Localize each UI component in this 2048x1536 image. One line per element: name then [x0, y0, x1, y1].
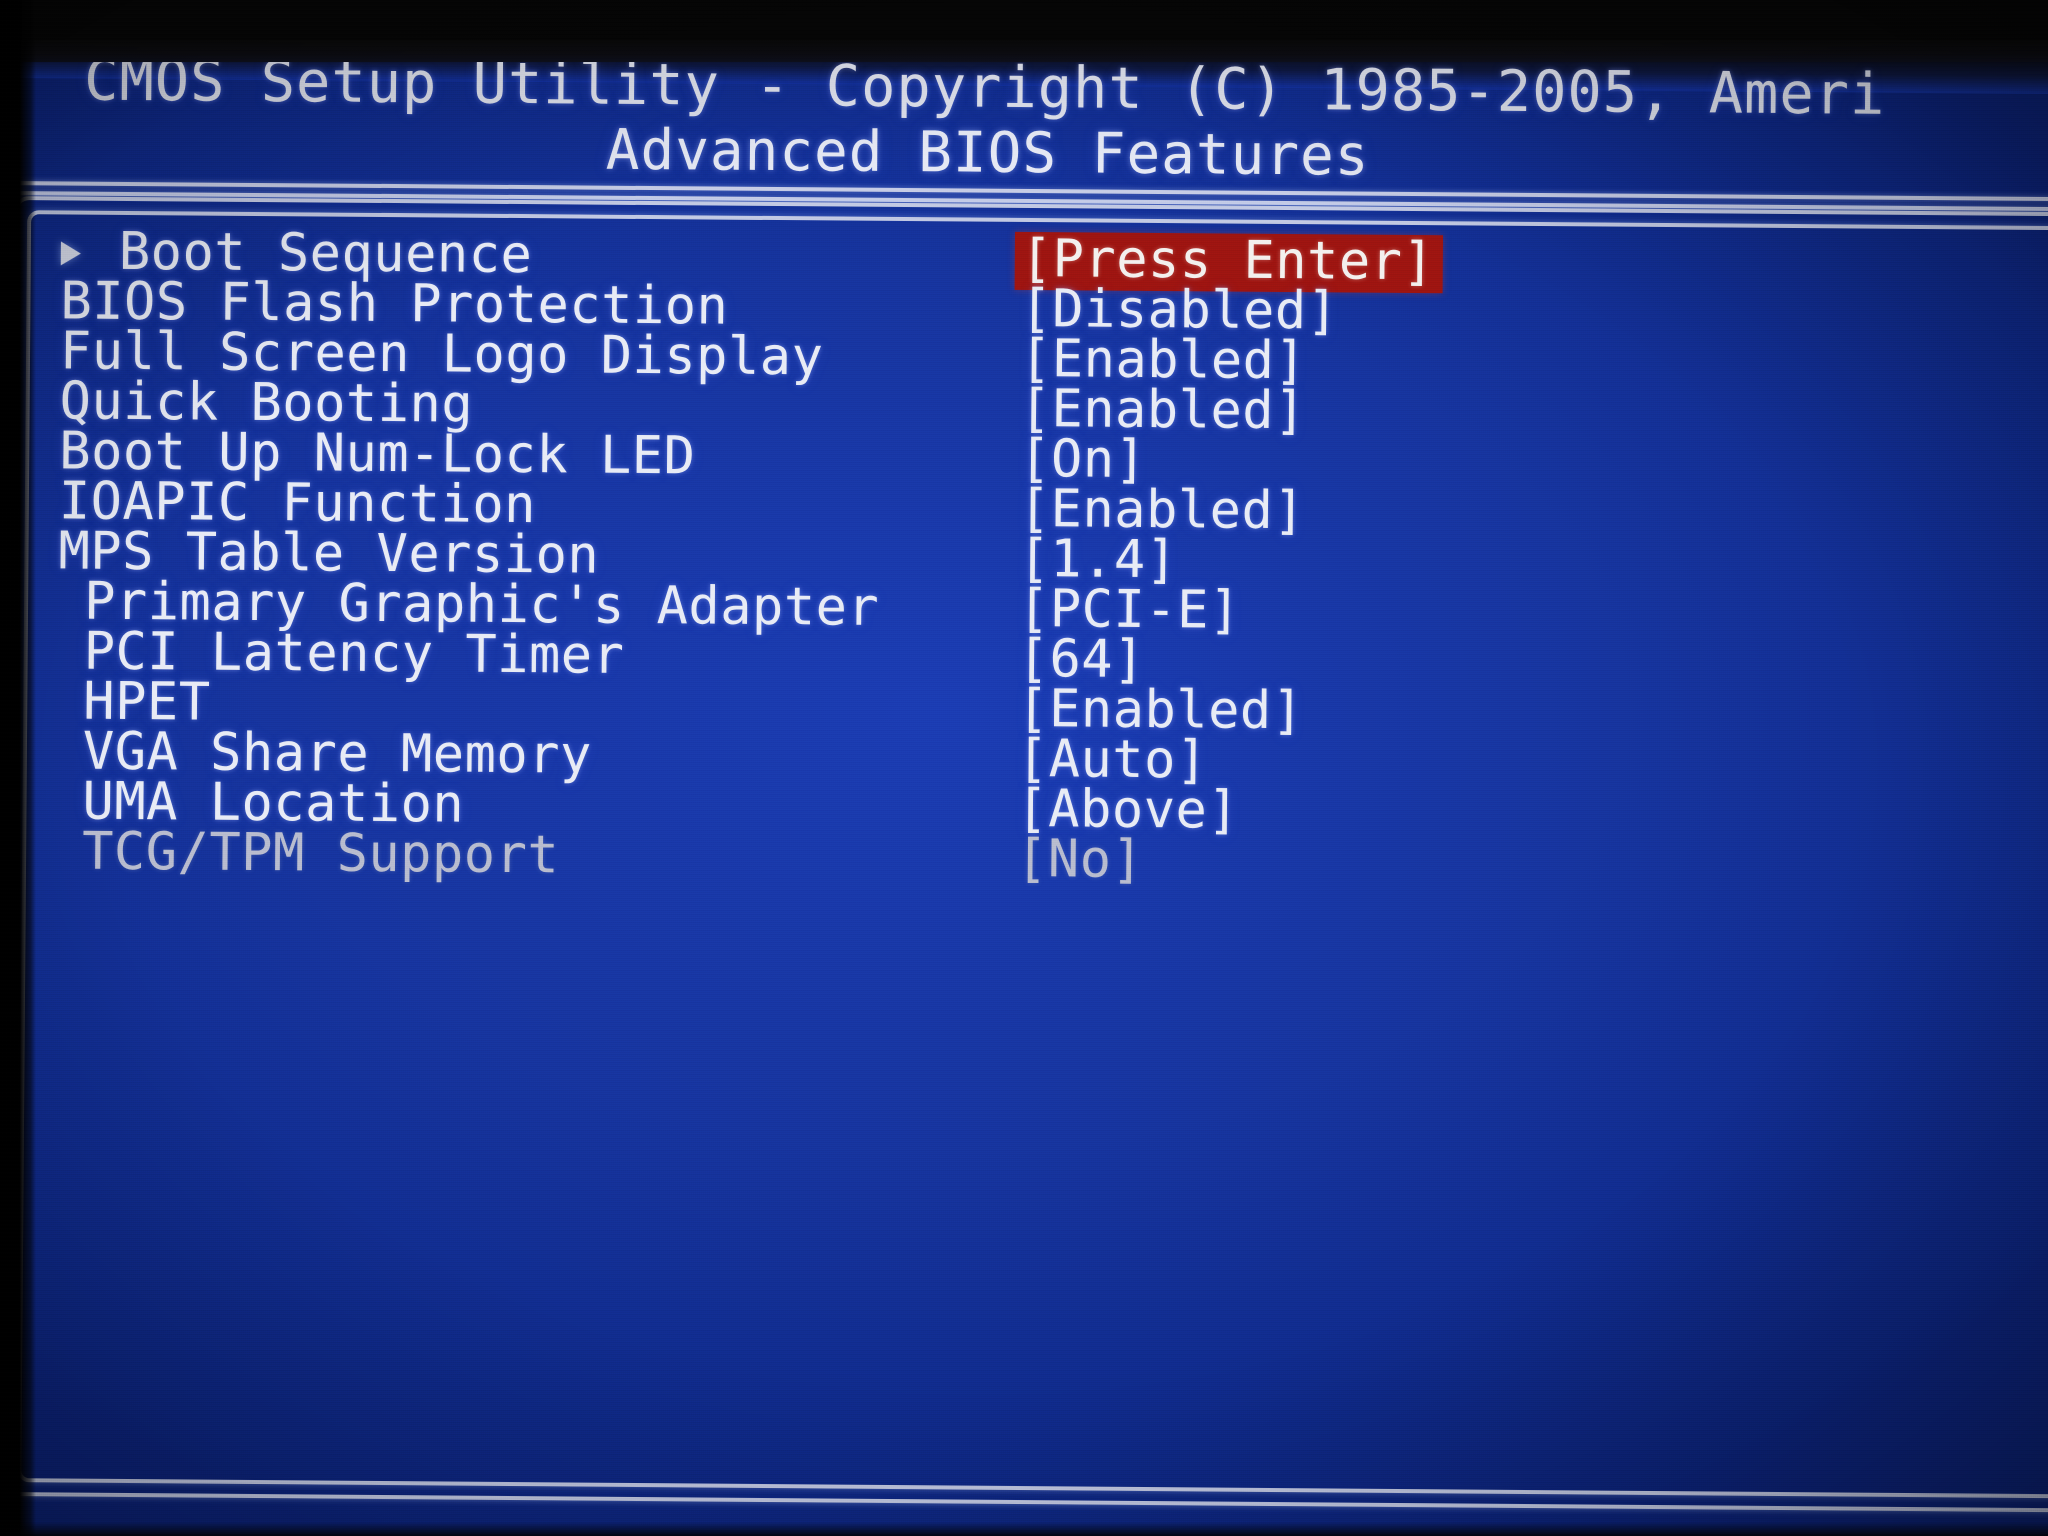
monitor-edge-left [0, 0, 36, 1536]
setting-value[interactable]: [1.4] [1018, 529, 1178, 590]
setting-value[interactable]: [64] [1017, 629, 1145, 690]
setting-value[interactable]: [PCI-E] [1018, 579, 1241, 641]
monitor-photo: CMOS Setup Utility - Copyright (C) 1985-… [0, 0, 2048, 1536]
setting-value[interactable]: [No] [1016, 829, 1144, 890]
setting-value[interactable]: [On] [1019, 429, 1147, 490]
monitor-edge-bottom [0, 1522, 2048, 1536]
setting-label: TCG/TPM Support [81, 821, 560, 886]
page-title: Advanced BIOS Features [605, 117, 1370, 189]
setting-label: HPET [83, 671, 211, 733]
triangle-right-icon [60, 241, 81, 266]
setting-value[interactable]: [Above] [1016, 779, 1239, 841]
settings-list: Boot Sequence [Press Enter] BIOS Flash Pro… [56, 222, 1941, 891]
utility-title: CMOS Setup Utility - Copyright (C) 1985-… [83, 47, 1886, 128]
bios-screen: CMOS Setup Utility - Copyright (C) 1985-… [0, 0, 2048, 1536]
monitor-bezel-fade [0, 40, 2048, 62]
setting-value[interactable]: [Auto] [1017, 729, 1208, 790]
